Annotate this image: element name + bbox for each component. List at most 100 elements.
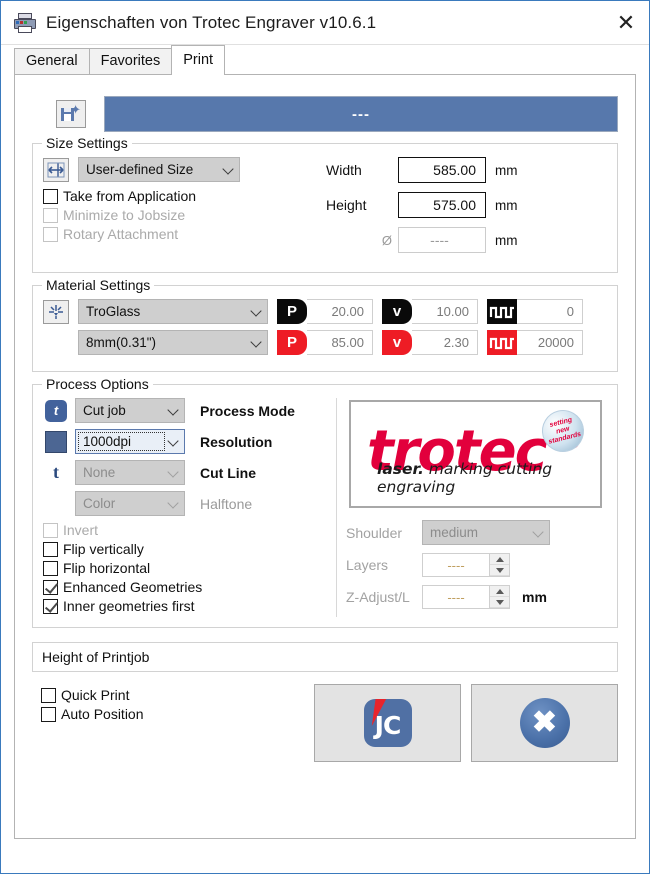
chevron-down-icon (250, 335, 262, 348)
material-row-1: TroGlass P 20.00 v 10.00 0 (43, 299, 607, 324)
size-settings-legend: Size Settings (42, 135, 132, 151)
shoulder-value: medium (430, 525, 479, 540)
height-unit: mm (495, 197, 518, 213)
resolution-dropdown[interactable]: 1000dpi (75, 429, 185, 454)
properties-dialog: Eigenschaften von Trotec Engraver v10.6.… (0, 0, 650, 874)
cut-line-label: Cut Line (200, 464, 256, 481)
chevron-down-icon (250, 304, 262, 317)
layers-increment-button (490, 554, 509, 565)
layers-value: ---- (447, 557, 465, 573)
job-type-icon[interactable]: t (43, 399, 69, 423)
thickness-value: 8mm(0.31") (86, 335, 157, 350)
width-input[interactable]: 585.00 (398, 157, 486, 183)
frequency-value[interactable]: 20000 (517, 330, 583, 355)
tab-general[interactable]: General (14, 48, 90, 75)
diameter-input: ---- (398, 227, 486, 253)
z-adjust-row: Z-Adjust/L ---- mm (346, 585, 607, 609)
frequency-field-1: 0 (487, 299, 583, 324)
chevron-down-icon (532, 525, 544, 538)
checkbox-label: Enhanced Geometries (63, 579, 203, 595)
height-input[interactable]: 575.00 (398, 192, 486, 218)
z-adjust-unit: mm (522, 589, 547, 605)
checkbox-inner-geometries-first[interactable]: Inner geometries first (43, 598, 333, 614)
checkbox-quick-print[interactable]: Quick Print (41, 687, 304, 703)
process-mode-label: Process Mode (200, 402, 295, 419)
color-swatch-icon[interactable] (43, 430, 69, 454)
velocity-value[interactable]: 2.30 (412, 330, 478, 355)
power-field-1: P 20.00 (277, 299, 373, 324)
frequency-field-2: 20000 (487, 330, 583, 355)
checkbox-label: Take from Application (63, 188, 197, 204)
tab-favorites[interactable]: Favorites (88, 48, 173, 75)
frequency-wave-icon (487, 299, 517, 324)
shoulder-label: Shoulder (346, 524, 403, 541)
halftone-label: Halftone (200, 495, 253, 512)
print-tab-panel: ✦ --- Size Settings User-defined Size Ta… (14, 74, 636, 839)
width-row: Width 585.00 mm (326, 157, 607, 183)
checkbox-label: Inner geometries first (63, 598, 195, 614)
diameter-symbol: Ø (381, 232, 392, 248)
size-dimensions-icon[interactable] (43, 157, 69, 182)
halftone-dropdown: Color (75, 491, 185, 516)
size-preset-value: User-defined Size (86, 162, 194, 177)
cancel-x-icon: ✖ (519, 698, 570, 748)
layers-decrement-button (490, 565, 509, 576)
velocity-badge-icon: v (382, 299, 412, 324)
send-to-jobcontrol-button[interactable]: JC (314, 684, 461, 762)
thickness-dropdown[interactable]: 8mm(0.31") (78, 330, 268, 355)
frequency-value[interactable]: 0 (517, 299, 583, 324)
chevron-down-icon (167, 496, 179, 509)
halftone-value: Color (83, 496, 116, 511)
power-value[interactable]: 85.00 (307, 330, 373, 355)
close-icon[interactable]: ✕ (603, 1, 649, 45)
power-badge-icon: P (277, 299, 307, 324)
process-options-legend: Process Options (42, 376, 153, 392)
z-adjust-label: Z-Adjust/L (346, 589, 410, 605)
process-mode-dropdown[interactable]: Cut job (75, 398, 185, 423)
material-settings-group: Material Settings TroGlass P 20.00 v 10.… (32, 277, 618, 372)
checkbox-take-from-application[interactable]: Take from Application (43, 188, 318, 204)
power-value[interactable]: 20.00 (307, 299, 373, 324)
checkbox-label: Invert (63, 522, 99, 538)
checkbox-flip-vertically[interactable]: Flip vertically (43, 541, 333, 557)
z-adjust-decrement-button (490, 597, 509, 608)
status-bar (1, 839, 649, 873)
logo-tagline: laser. marking cutting engraving (377, 460, 600, 496)
velocity-value[interactable]: 10.00 (412, 299, 478, 324)
process-mode-value: Cut job (83, 403, 126, 418)
chevron-down-icon (167, 403, 179, 416)
jobcontrol-label: JC (374, 710, 402, 740)
velocity-field-2: v 2.30 (382, 330, 478, 355)
resolution-row: 1000dpi Resolution (43, 429, 333, 454)
z-adjust-value: ---- (447, 589, 465, 605)
favorites-row: ✦ --- (29, 95, 621, 133)
bottom-row: Quick Print Auto Position JC ✖ (29, 684, 621, 762)
cancel-button[interactable]: ✖ (471, 684, 618, 762)
checkbox-label: Rotary Attachment (63, 226, 179, 242)
trotec-logo: trotec ® setting new standards laser. ma… (349, 400, 602, 508)
tab-print[interactable]: Print (171, 45, 226, 75)
height-row: Height 575.00 mm (326, 192, 607, 218)
power-field-2: P 85.00 (277, 330, 373, 355)
cut-line-dropdown: None (75, 460, 185, 485)
checkbox-label: Minimize to Jobsize (63, 207, 186, 223)
process-options-group: Process Options t Cut job Process Mode 1… (32, 376, 618, 628)
process-mode-row: t Cut job Process Mode (43, 398, 333, 423)
height-label: Height (326, 197, 367, 213)
material-row-2: 8mm(0.31") P 85.00 v 2.30 20000 (43, 330, 607, 355)
power-badge-icon: P (277, 330, 307, 355)
favorite-selection-bar[interactable]: --- (104, 96, 618, 132)
checkbox-enhanced-geometries[interactable]: Enhanced Geometries (43, 579, 333, 595)
size-preset-dropdown[interactable]: User-defined Size (78, 157, 240, 182)
z-adjust-stepper: ---- (422, 585, 510, 609)
tab-strip: General Favorites Print (1, 45, 649, 75)
checkbox-auto-position[interactable]: Auto Position (41, 706, 304, 722)
material-dropdown[interactable]: TroGlass (78, 299, 268, 324)
material-value: TroGlass (86, 304, 141, 319)
layers-row: Layers ---- (346, 553, 607, 577)
chevron-down-icon (167, 434, 179, 447)
laser-material-icon[interactable] (43, 299, 69, 324)
cut-line-value: None (83, 465, 116, 480)
save-favorite-icon[interactable]: ✦ (56, 100, 86, 128)
checkbox-flip-horizontal[interactable]: Flip horizontal (43, 560, 333, 576)
